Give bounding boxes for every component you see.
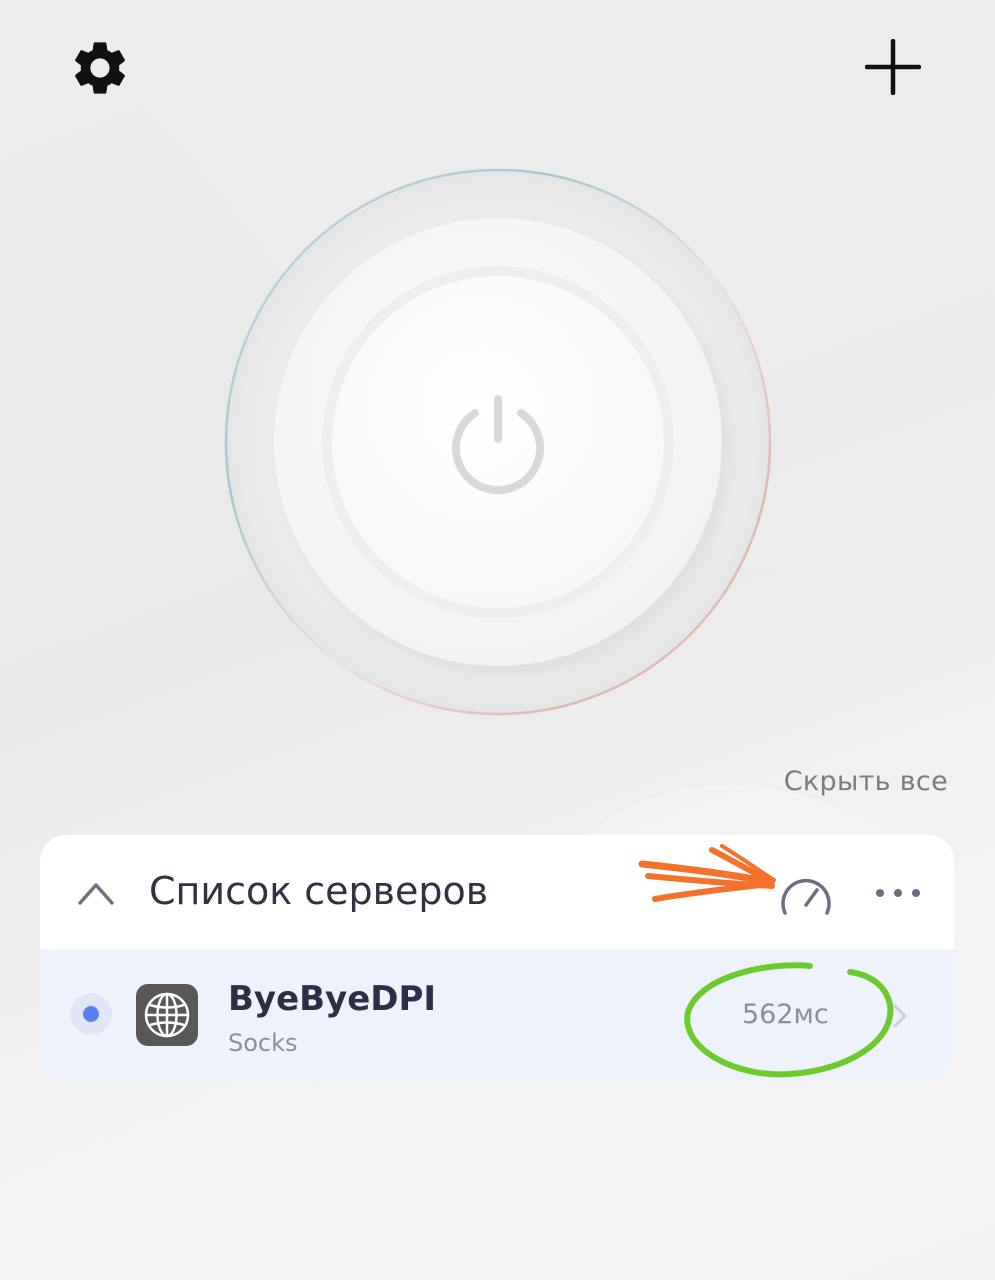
chevron-up-icon[interactable] <box>76 875 116 911</box>
server-row[interactable]: ByeByeDPI Socks 562мс <box>40 949 954 1081</box>
server-name: ByeByeDPI <box>228 979 437 1019</box>
connect-control <box>222 166 774 718</box>
server-icon-tile <box>136 984 198 1046</box>
globe-icon <box>144 992 190 1038</box>
gear-icon <box>75 42 125 94</box>
server-type: Socks <box>228 1029 298 1057</box>
speedometer-icon[interactable] <box>777 867 835 925</box>
chevron-right-icon <box>893 1004 907 1028</box>
plus-icon <box>865 39 921 95</box>
hide-all-button[interactable]: Скрыть все <box>784 766 948 797</box>
selected-radio[interactable] <box>70 993 112 1035</box>
add-server-button[interactable] <box>858 32 928 102</box>
settings-button[interactable] <box>62 32 138 104</box>
server-list-header: Список серверов <box>40 835 954 949</box>
more-horizontal-icon[interactable] <box>868 875 928 911</box>
connect-button[interactable] <box>274 218 722 666</box>
latency-value: 562мс <box>742 999 829 1030</box>
server-list-title: Список серверов <box>149 869 489 913</box>
server-list-card: Список серверов ByeByeDPI Socks 562мс <box>40 835 954 1081</box>
